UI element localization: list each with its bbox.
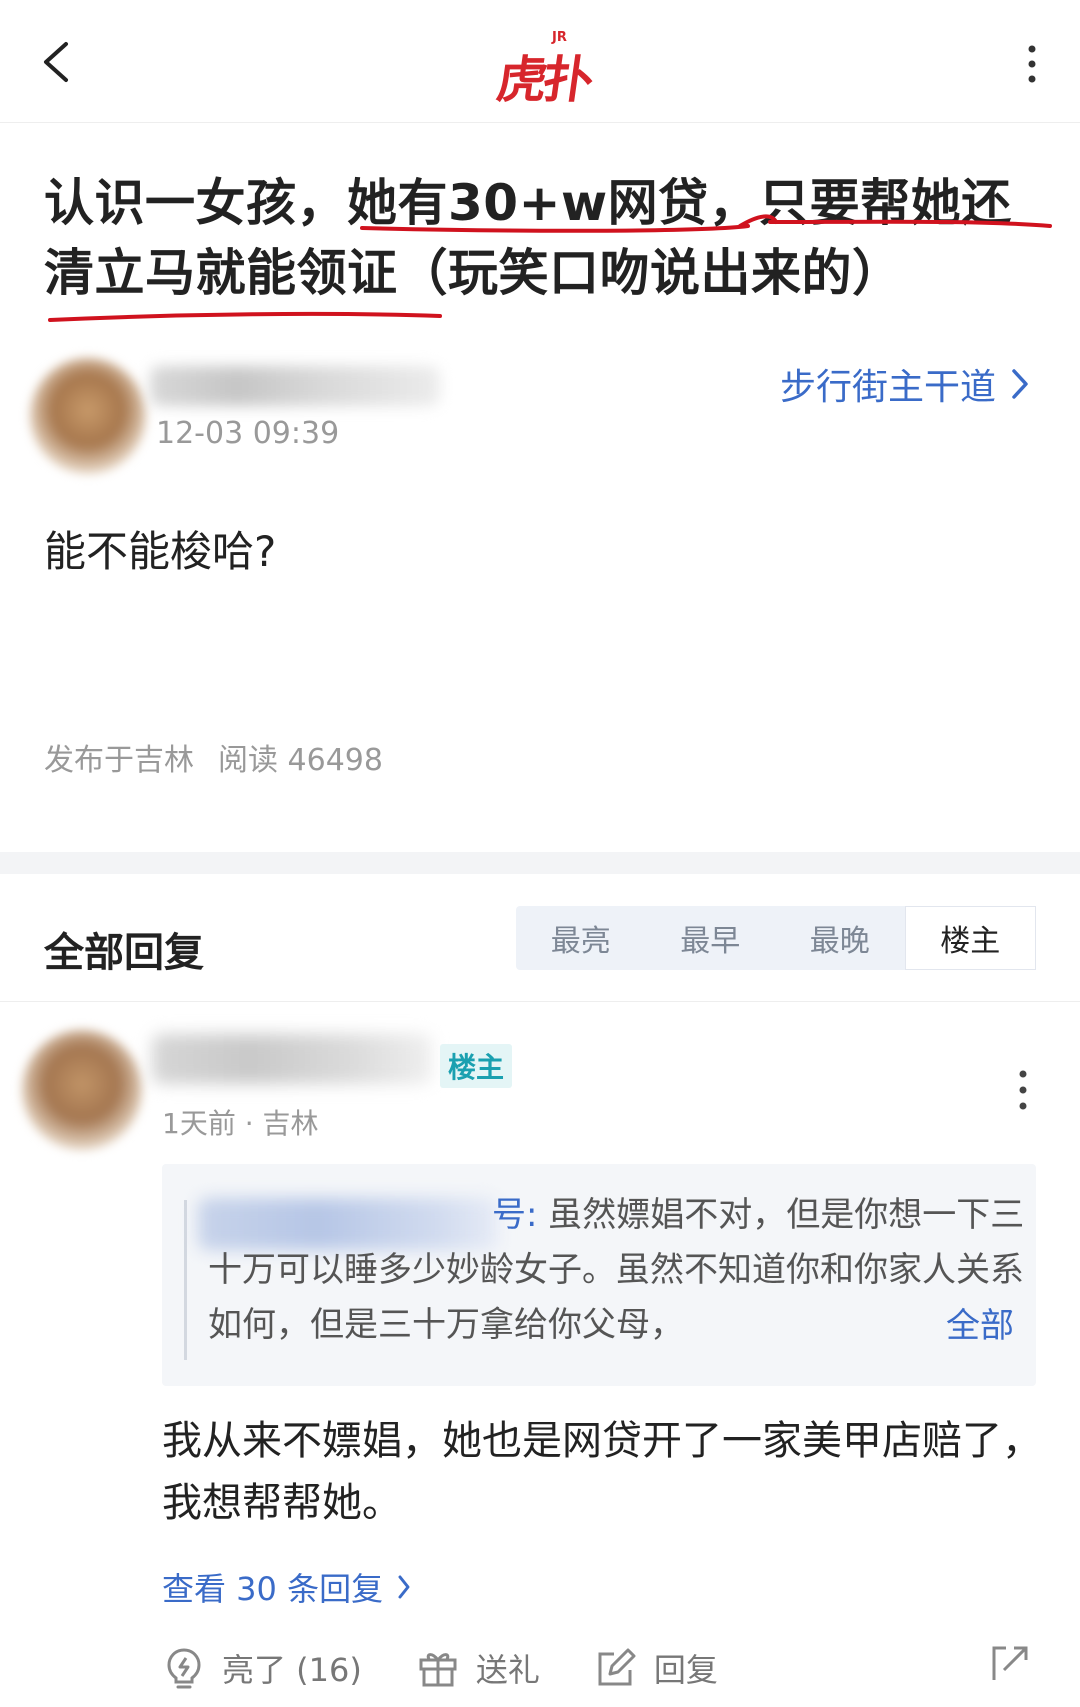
reply-label: 回复 [653, 1651, 718, 1689]
edit-icon [598, 1648, 636, 1686]
tab-earliest[interactable]: 最早 [646, 906, 776, 970]
reply-button[interactable]: 回复 [594, 1645, 718, 1691]
reply-item: 楼主 1天前 · 吉林 号: 虽然嫖娼不对，但是你想一下三十万可以睡多少妙龄女子… [0, 1002, 1080, 1707]
replies-title: 全部回复 [44, 930, 204, 976]
post-meta: 发布于吉林 阅读 46498 [44, 735, 383, 779]
gift-label: 送礼 [475, 1651, 540, 1689]
quoted-reply[interactable]: 号: 虽然嫖娼不对，但是你想一下三十万可以睡多少妙龄女子。虽然不知道你和你家人关… [162, 1164, 1036, 1386]
quote-text: 号: 虽然嫖娼不对，但是你想一下三十万可以睡多少妙龄女子。虽然不知道你和你家人关… [208, 1188, 1028, 1353]
reply-avatar[interactable] [22, 1030, 142, 1150]
tab-op-only[interactable]: 楼主 [904, 906, 1036, 970]
reply-more-icon[interactable] [1018, 1068, 1028, 1112]
quote-bar [184, 1200, 187, 1360]
view-replies-label: 查看 30 条回复 [162, 1570, 384, 1608]
replies-header: 全部回复 最亮 最早 最晚 楼主 [0, 874, 1080, 1002]
quote-content: 虽然嫖娼不对，但是你想一下三十万可以睡多少妙龄女子。虽然不知道你和你家人关系如何… [208, 1195, 1025, 1345]
quoted-author-tail: 号: [492, 1195, 538, 1235]
op-badge: 楼主 [440, 1044, 513, 1088]
post-location: 发布于吉林 [44, 743, 194, 778]
reply-body: 我从来不嫖娼，她也是网贷开了一家美甲店赔了，我想帮帮她。 [162, 1418, 1042, 1526]
like-count: 亮了 (16) [222, 1651, 362, 1689]
post-title: 认识一女孩，她有30+w网贷，只要帮她还清立马就能领证（玩笑口吻说出来的） [44, 174, 1012, 302]
author-name-blurred[interactable] [150, 366, 440, 406]
board-link[interactable]: 步行街主干道 [780, 358, 1030, 410]
post-time: 12-03 09:39 [156, 416, 340, 451]
top-bar: JR 虎扑 [0, 0, 1080, 123]
post-body: 能不能梭哈? [44, 527, 277, 576]
lightbulb-icon [167, 1648, 201, 1689]
sort-tabs: 最亮 最早 最晚 楼主 [516, 906, 1036, 970]
gift-button[interactable]: 送礼 [416, 1645, 540, 1691]
author-avatar[interactable] [30, 358, 146, 474]
share-icon[interactable] [988, 1642, 1032, 1686]
section-divider [0, 852, 1080, 874]
hupu-logo[interactable]: JR 虎扑 [493, 30, 593, 109]
reply-author-name-blurred[interactable] [152, 1034, 432, 1084]
logo-text: 虎扑 [493, 51, 594, 109]
view-replies-link[interactable]: 查看 30 条回复 [162, 1564, 411, 1610]
gift-icon [419, 1653, 457, 1687]
board-name: 步行街主干道 [779, 367, 996, 408]
back-arrow-icon[interactable] [34, 36, 86, 88]
post-author-row: 12-03 09:39 步行街主干道 [0, 350, 1080, 474]
chevron-right-icon [398, 1575, 410, 1599]
tab-brightest[interactable]: 最亮 [516, 906, 646, 970]
chevron-right-icon [1012, 369, 1028, 399]
quote-expand-link[interactable]: 全部 [916, 1298, 1014, 1347]
reply-actions: 亮了 (16) 送礼 回复 [162, 1638, 1042, 1698]
more-options-icon[interactable] [1026, 44, 1038, 84]
like-button[interactable]: 亮了 (16) [162, 1645, 362, 1691]
tab-latest[interactable]: 最晚 [775, 906, 905, 970]
post-read-count: 阅读 46498 [218, 743, 383, 778]
reply-meta: 1天前 · 吉林 [162, 1107, 319, 1140]
